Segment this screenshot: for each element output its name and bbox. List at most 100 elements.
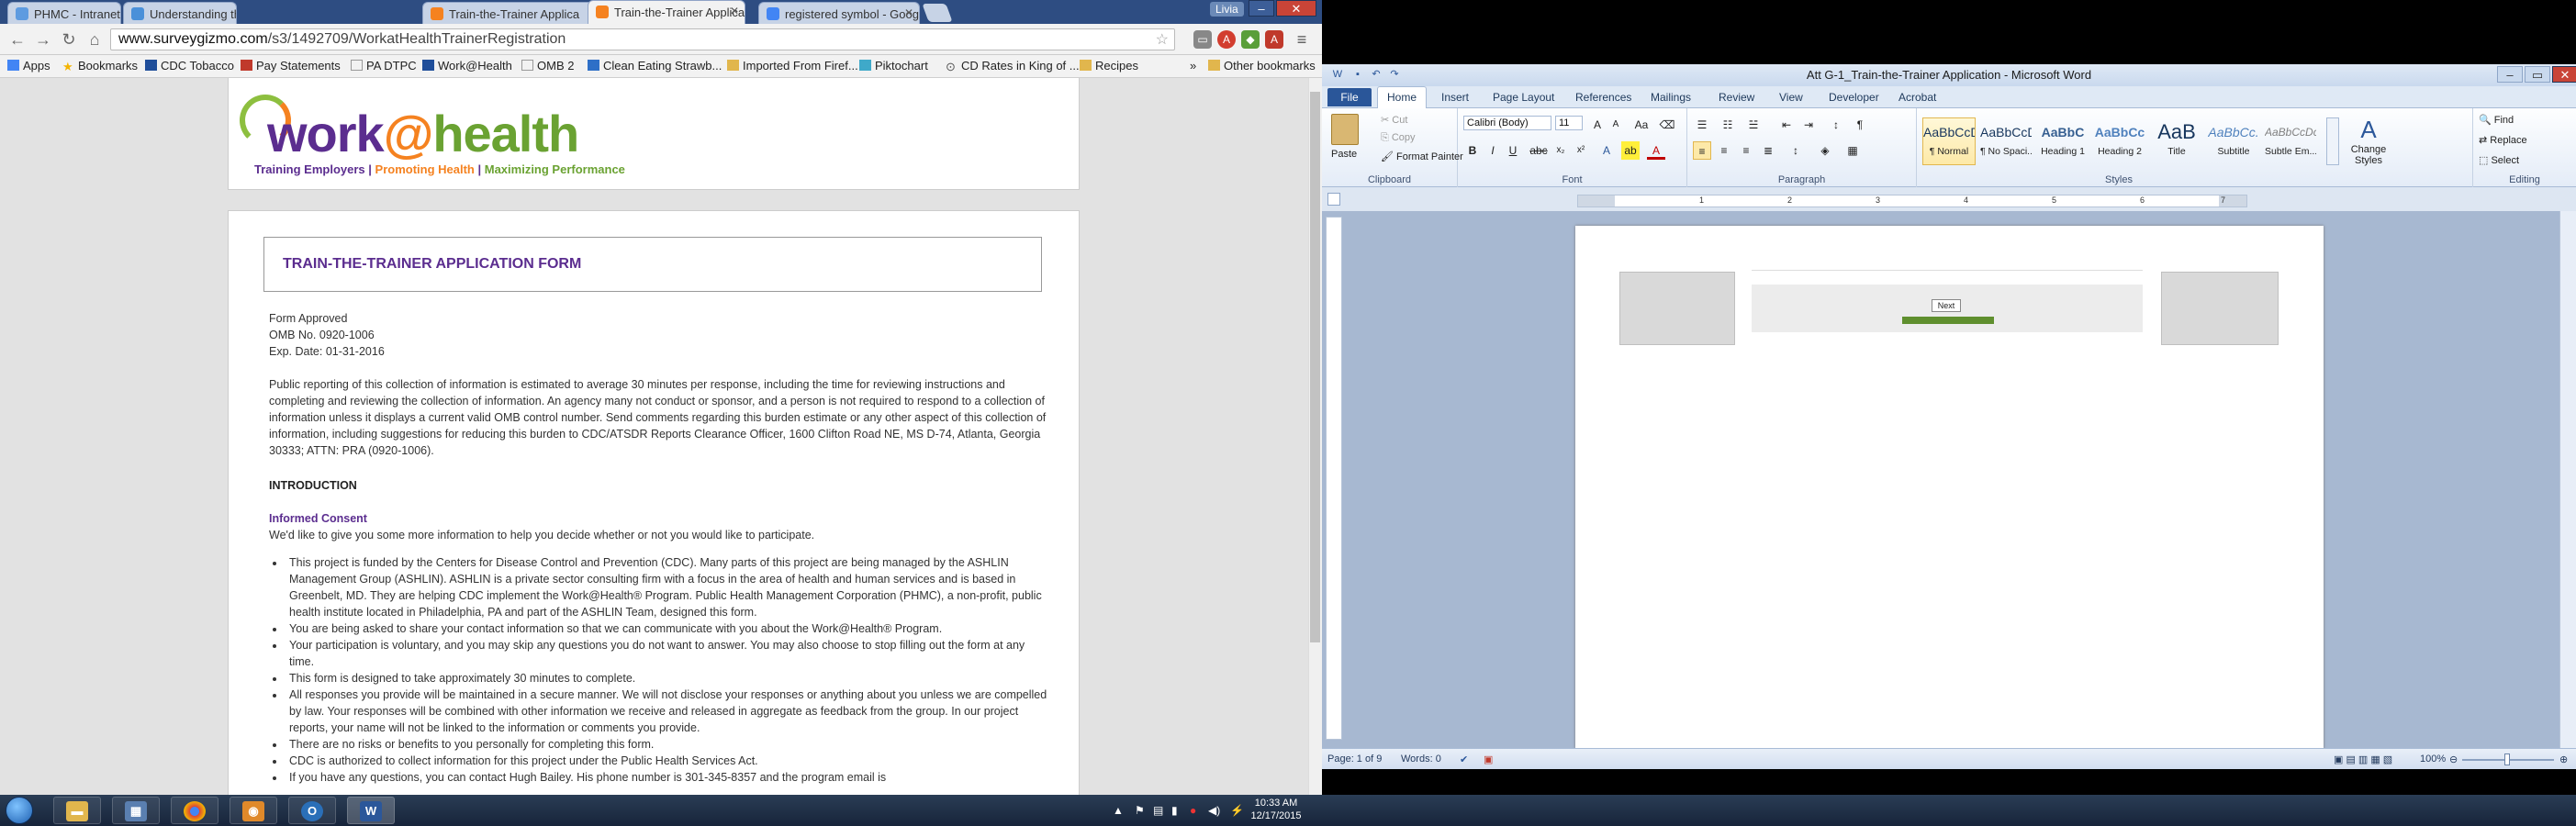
bookmarks-overflow[interactable]: » — [1190, 59, 1196, 73]
taskbar-clock[interactable]: 10:33 AM 12/17/2015 — [1249, 797, 1304, 822]
multilevel-list-icon[interactable]: ☱ — [1744, 116, 1763, 134]
superscript-button[interactable]: x² — [1572, 141, 1590, 160]
tab-developer[interactable]: Developer — [1829, 91, 1879, 104]
bold-button[interactable]: B — [1463, 141, 1482, 160]
paste-button[interactable]: Paste — [1331, 149, 1357, 160]
clear-formatting-icon[interactable]: ⌫ — [1658, 116, 1676, 134]
horizontal-ruler[interactable]: 1 2 3 4 5 6 7 — [1577, 195, 2247, 207]
back-icon[interactable]: ← — [7, 30, 28, 50]
taskbar-outlook[interactable]: O — [288, 797, 336, 824]
change-case-icon[interactable]: Aa — [1632, 116, 1651, 134]
format-painter-button[interactable]: 🖌 Format Painter — [1381, 151, 1463, 162]
tab-phmc-intranet[interactable]: PHMC - Intranet - PHMC — [7, 2, 121, 24]
font-size-dropdown[interactable]: 11 — [1555, 116, 1583, 130]
align-right-icon[interactable]: ≡ — [1737, 141, 1755, 160]
justify-icon[interactable]: ≣ — [1759, 141, 1777, 160]
style-subtle-emphasis[interactable]: AaBbCcDc Subtle Em... — [2264, 117, 2317, 165]
tab-home[interactable]: Home — [1377, 86, 1427, 108]
flag-icon[interactable]: ⚑ — [1135, 804, 1145, 817]
font-color-icon[interactable]: A — [1647, 141, 1665, 160]
bookmark-piktochart[interactable]: Piktochart — [859, 59, 928, 73]
show-formatting-icon[interactable]: ¶ — [1851, 116, 1869, 134]
style-heading-2[interactable]: AaBbCc Heading 2 — [2093, 117, 2146, 165]
signal-icon[interactable]: ▮ — [1171, 804, 1178, 817]
zoom-slider-thumb[interactable] — [2504, 753, 2510, 765]
bookmark-pa-dtpc[interactable]: PA DTPC — [351, 59, 417, 73]
minimize-icon[interactable]: – — [2497, 66, 2523, 83]
style-normal[interactable]: AaBbCcDc¶ Normal — [1922, 117, 1976, 165]
user-badge[interactable]: Livia — [1210, 2, 1244, 17]
antivirus-icon[interactable]: ● — [1190, 804, 1196, 817]
bookmark-cd-rates[interactable]: ⊙ CD Rates in King of ... — [946, 59, 1080, 73]
power-icon[interactable]: ⚡ — [1230, 804, 1244, 817]
address-bar[interactable]: www.surveygizmo.com/s3/1492709/WorkatHea… — [110, 28, 1175, 50]
bookmark-recipes[interactable]: Recipes — [1080, 59, 1138, 73]
text-effects-icon[interactable]: A — [1597, 141, 1616, 160]
increase-indent-icon[interactable]: ⇥ — [1799, 116, 1818, 134]
copy-button[interactable]: ⎘ Copy — [1381, 132, 1416, 144]
style-heading-1[interactable]: AaBbC Heading 1 — [2036, 117, 2089, 165]
tray-arrow-icon[interactable]: ▲ — [1113, 804, 1124, 817]
tab-review[interactable]: Review — [1719, 91, 1754, 104]
minimize-icon[interactable]: – — [1249, 0, 1274, 17]
bookmark-imported-firefox[interactable]: Imported From Firef... — [727, 59, 858, 73]
bullets-icon[interactable]: ☰ — [1693, 116, 1711, 134]
tab-insert[interactable]: Insert — [1441, 91, 1469, 104]
vertical-ruler[interactable] — [1326, 217, 1342, 740]
zoom-out-icon[interactable]: ⊖ — [2449, 753, 2458, 765]
status-page[interactable]: Page: 1 of 9 — [1327, 753, 1382, 765]
align-center-icon[interactable]: ≡ — [1715, 141, 1733, 160]
close-tab-icon[interactable]: ✕ — [730, 5, 739, 17]
file-tab[interactable]: File — [1327, 88, 1372, 106]
align-left-icon[interactable]: ≡ — [1693, 141, 1711, 160]
decrease-indent-icon[interactable]: ⇤ — [1777, 116, 1796, 134]
tab-acrobat[interactable]: Acrobat — [1898, 91, 1936, 104]
restore-icon[interactable]: ▭ — [2525, 66, 2550, 83]
strikethrough-button[interactable]: abc — [1529, 141, 1548, 160]
reload-icon[interactable]: ↻ — [59, 30, 79, 50]
close-tab-icon[interactable]: ✕ — [904, 6, 913, 19]
proofing-icon[interactable]: ✔ — [1460, 753, 1468, 765]
replace-button[interactable]: ⇄ Replace — [2479, 134, 2527, 146]
tab-registered-symbol[interactable]: registered symbol - Goog ✕ — [758, 2, 920, 24]
find-button[interactable]: 🔍 Find — [2479, 114, 2514, 126]
grow-font-icon[interactable]: A — [1588, 116, 1607, 134]
extension-icon[interactable]: ◆ — [1241, 30, 1260, 49]
document-page[interactable]: Next — [1575, 226, 2324, 749]
bookmark-clean-eating[interactable]: Clean Eating Strawb... — [588, 59, 722, 73]
tab-references[interactable]: References — [1575, 91, 1631, 104]
adblock-icon[interactable]: A — [1217, 30, 1236, 49]
forward-icon[interactable]: → — [33, 30, 53, 50]
zoom-level[interactable]: 100% — [2420, 753, 2446, 765]
style-title[interactable]: AaB Title — [2150, 117, 2203, 165]
zoom-in-icon[interactable]: ⊕ — [2559, 753, 2568, 765]
bookmark-pay-statements[interactable]: Pay Statements — [241, 59, 341, 73]
tab-train-the-trainer-active[interactable]: Train-the-Trainer Applicat ✕ — [588, 0, 745, 24]
borders-icon[interactable]: ▦ — [1843, 141, 1862, 160]
numbering-icon[interactable]: ☷ — [1719, 116, 1737, 134]
bookmark-omb-2[interactable]: OMB 2 — [521, 59, 574, 73]
shrink-font-icon[interactable]: A — [1607, 116, 1625, 134]
taskbar-app-orange[interactable]: ◉ — [230, 797, 277, 824]
taskbar-calculator[interactable]: ▦ — [112, 797, 160, 824]
tab-page-layout[interactable]: Page Layout — [1493, 91, 1554, 104]
tab-mailings[interactable]: Mailings — [1651, 91, 1691, 104]
view-buttons[interactable]: ▣ ▤ ▥ ▦ ▧ — [2334, 753, 2392, 765]
new-tab-button[interactable] — [922, 4, 953, 22]
font-name-dropdown[interactable]: Calibri (Body) — [1463, 116, 1551, 130]
change-styles-button[interactable]: A Change Styles — [2346, 116, 2391, 166]
styles-scroll[interactable] — [2326, 117, 2339, 165]
style-subtitle[interactable]: AaBbCc. Subtitle — [2207, 117, 2260, 165]
cast-icon[interactable]: ▭ — [1193, 30, 1212, 49]
star-icon[interactable]: ☆ — [1156, 30, 1169, 49]
sort-icon[interactable]: ↕ — [1827, 116, 1845, 134]
macro-icon[interactable]: ▣ — [1484, 753, 1493, 765]
network-icon[interactable]: ▤ — [1153, 804, 1163, 817]
status-words[interactable]: Words: 0 — [1401, 753, 1441, 765]
italic-button[interactable]: I — [1484, 141, 1502, 160]
menu-icon[interactable]: ≡ — [1293, 30, 1311, 49]
style-no-spacing[interactable]: AaBbCcDc¶ No Spaci... — [1979, 117, 2033, 165]
subscript-button[interactable]: x₂ — [1551, 141, 1570, 160]
close-window-icon[interactable]: ✕ — [1276, 0, 1316, 17]
volume-icon[interactable]: ◀) — [1208, 804, 1220, 817]
